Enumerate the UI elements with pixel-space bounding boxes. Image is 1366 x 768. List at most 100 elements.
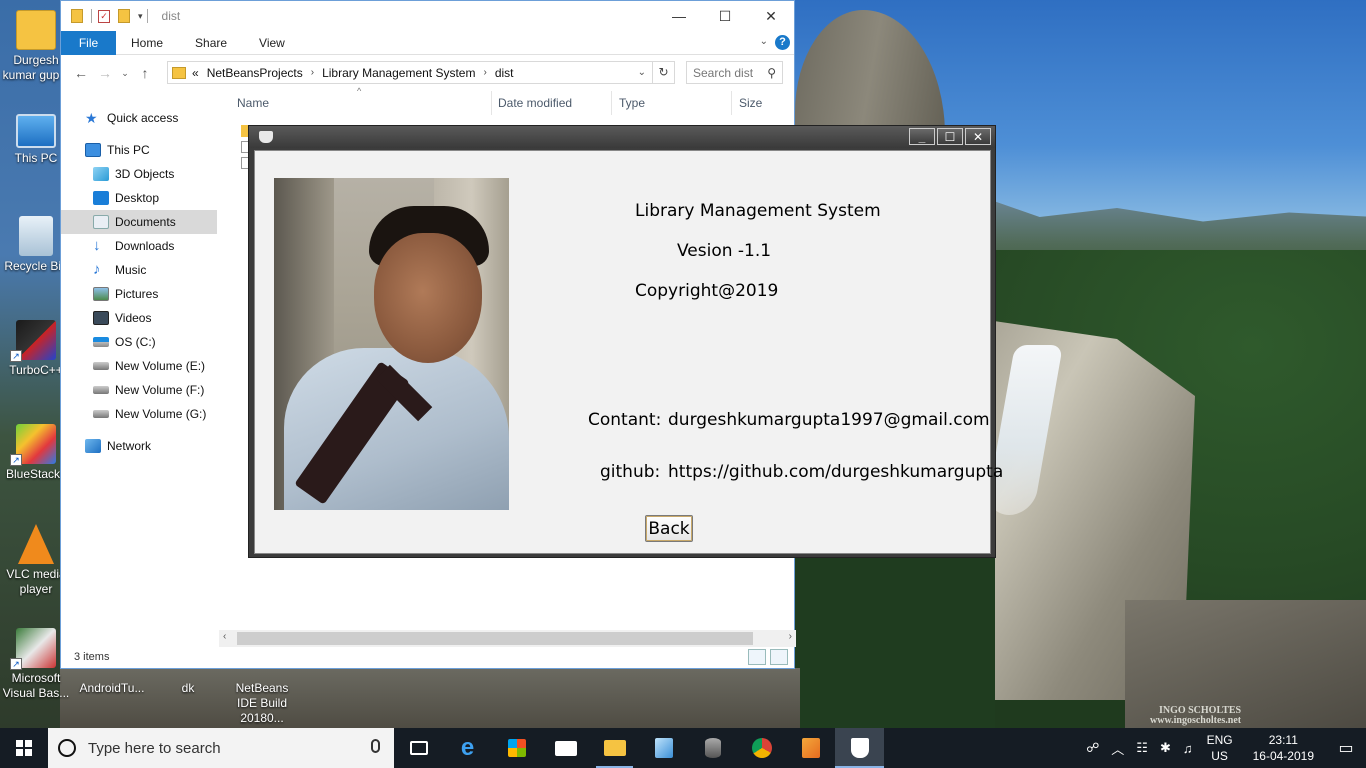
nav-item-network[interactable]: Network [61,434,217,458]
desktop-icon-label: dk [181,681,195,695]
desktop-icon-dk[interactable]: dk [150,681,226,696]
recent-locations-icon[interactable]: ⌄ [117,68,133,79]
people-icon[interactable]: ☍ [1080,740,1105,756]
turboc-icon: ↗ [10,320,56,362]
taskbar-media[interactable] [786,728,835,768]
scroll-left-icon[interactable]: ‹ [223,631,226,642]
nav-item-os-c[interactable]: OS (C:) [61,330,217,354]
nav-item-label: New Volume (E:) [115,359,206,373]
taskbar-database[interactable] [688,728,737,768]
nav-item-downloads[interactable]: ↓ Downloads [61,234,217,258]
close-button[interactable]: ✕ [965,128,991,145]
start-button[interactable] [0,728,48,768]
close-button[interactable]: ✕ [748,1,794,31]
new-folder-icon[interactable] [118,9,130,23]
tab-view[interactable]: View [243,36,301,50]
taskbar-edge[interactable]: e [443,728,492,768]
column-header-size[interactable]: Size [739,91,762,115]
breadcrumb-library-management-system[interactable]: Library Management System [322,66,475,80]
nav-item-volume-f[interactable]: New Volume (F:) [61,378,217,402]
bluetooth-icon[interactable]: ✱ [1154,740,1177,756]
dialog-content: Library Management System Vesion -1.1 Co… [254,150,1003,554]
network-icon[interactable]: ☷ [1130,740,1154,756]
microphone-icon[interactable] [371,739,380,753]
nav-item-music[interactable]: ♪ Music [61,258,217,282]
refresh-icon[interactable]: ↻ [652,62,674,83]
scroll-right-icon[interactable]: › [789,631,792,642]
column-header-type[interactable]: Type [619,91,645,115]
large-icons-view-icon[interactable] [770,649,788,665]
bluestacks-icon: ↗ [10,424,56,466]
nav-item-this-pc[interactable]: This PC [61,138,217,162]
dialog-title-bar[interactable]: _ ☐ ✕ [249,126,995,148]
customize-quick-access-icon[interactable]: ▾ [138,11,143,22]
up-arrow-icon[interactable]: ↑ [133,65,157,81]
tab-share[interactable]: Share [179,36,243,50]
column-header-date-modified[interactable]: Date modified [498,91,572,115]
nav-item-desktop[interactable]: Desktop [61,186,217,210]
chrome-icon [751,738,772,758]
input-language[interactable]: ENG US [1199,732,1241,764]
maximize-button[interactable]: ☐ [937,128,963,145]
taskbar-store[interactable] [492,728,541,768]
nav-item-volume-e[interactable]: New Volume (E:) [61,354,217,378]
chevron-right-icon[interactable]: › [311,67,314,78]
java-icon [850,738,869,758]
nav-item-label: OS (C:) [115,335,156,349]
chevron-down-icon[interactable]: ⌄ [638,67,646,78]
search-box[interactable]: Search dist ⚲ [686,61,783,84]
nav-item-label: Music [115,263,147,277]
column-divider[interactable] [611,91,612,115]
column-header-name[interactable]: Name [237,91,269,115]
nav-item-label: Documents [115,215,176,229]
profile-photo [274,178,509,510]
desktop-icon-androidtu[interactable]: AndroidTu... [74,681,150,696]
details-view-icon[interactable] [748,649,766,665]
taskbar-search-box[interactable]: Type here to search [48,728,394,768]
task-view-button[interactable] [394,728,443,768]
taskbar-file-explorer[interactable] [590,728,639,768]
breadcrumb-netbeansprojects[interactable]: NetBeansProjects [207,66,303,80]
nav-item-label: Desktop [115,191,160,205]
expand-ribbon-icon[interactable]: ⌄ [760,36,768,47]
nav-item-volume-g[interactable]: New Volume (G:) [61,402,217,426]
back-arrow-icon[interactable]: ← [69,65,93,81]
navigation-pane: ★ Quick access This PC 3D Objects Deskto… [61,98,219,638]
minimize-button[interactable]: — [656,1,702,31]
taskbar-chrome[interactable] [737,728,786,768]
nav-item-3d-objects[interactable]: 3D Objects [61,162,217,186]
address-bar[interactable]: « NetBeansProjects › Library Management … [167,61,675,84]
scrollbar-thumb[interactable] [237,632,753,645]
vlc-cone-icon [18,524,54,564]
clock[interactable]: 23:11 16-04-2019 [1241,732,1326,764]
nav-item-pictures[interactable]: Pictures [61,282,217,306]
properties-icon[interactable]: ✓ [98,9,110,23]
volume-icon[interactable]: ♫ [1177,741,1199,756]
drive-icon [93,386,109,394]
column-divider[interactable] [491,91,492,115]
column-divider[interactable] [731,91,732,115]
computer-icon [85,143,101,157]
nav-item-videos[interactable]: Videos [61,306,217,330]
maximize-button[interactable]: ☐ [702,1,748,31]
action-center-icon[interactable]: ▭ [1326,728,1366,768]
show-hidden-icons-icon[interactable]: ︿ [1105,739,1130,758]
chevron-right-icon[interactable]: › [483,67,486,78]
sort-ascending-icon: ^ [357,86,362,96]
taskbar-mail[interactable] [541,728,590,768]
tab-home[interactable]: Home [116,36,179,50]
minimize-button[interactable]: _ [909,128,935,145]
nav-item-quick-access[interactable]: ★ Quick access [61,106,217,130]
breadcrumb-dist[interactable]: dist [495,66,514,80]
tab-file[interactable]: File [61,30,116,55]
help-icon[interactable]: ? [775,35,790,50]
taskbar-java-app[interactable] [835,728,884,768]
forward-arrow-icon[interactable]: → [93,65,117,81]
desktop-icon-netbeans[interactable]: NetBeans IDE Build 20180... [224,681,300,726]
breadcrumb-overflow[interactable]: « [192,66,199,80]
horizontal-scrollbar[interactable]: ‹ › [219,630,796,647]
explorer-title-bar[interactable]: ✓ ▾ dist — ☐ ✕ [61,1,794,31]
taskbar-3d-app[interactable] [639,728,688,768]
back-button[interactable]: Back [645,515,693,542]
nav-item-documents[interactable]: Documents [61,210,217,234]
